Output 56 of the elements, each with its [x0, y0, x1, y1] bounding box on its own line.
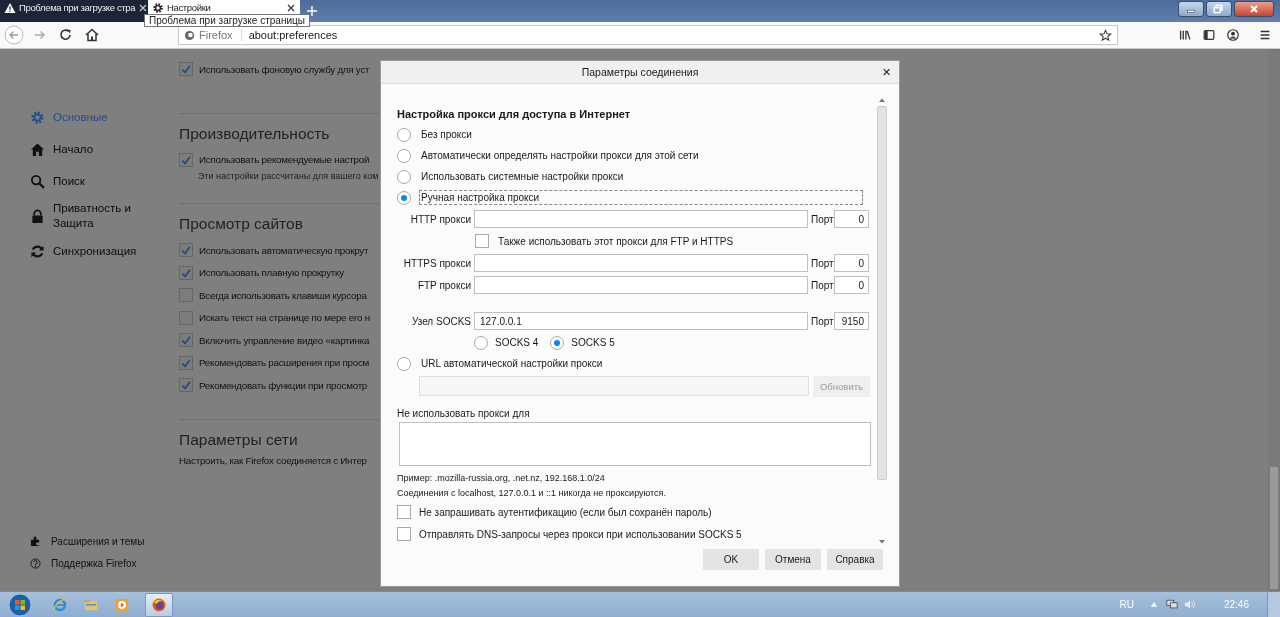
field-label: Порт [810, 279, 834, 291]
checkbox-label[interactable]: Не запрашивать аутентификацию (если был сохранён пароль) [419, 506, 712, 518]
sidebar-item[interactable]: Начало [30, 137, 165, 161]
radio-label[interactable]: SOCKS 5 [571, 337, 615, 348]
sidebar-item[interactable]: Поиск [30, 169, 165, 193]
checkbox-label[interactable]: Рекомендовать расширения при просм [199, 357, 369, 369]
dialog-title: Параметры соединения [581, 66, 699, 78]
field-label: Порт [810, 257, 834, 269]
port-field[interactable]: 0 [834, 276, 869, 294]
radio-label[interactable]: SOCKS 4 [495, 337, 539, 348]
section-text: Настроить, как Firefox соединяется с Интер [179, 454, 368, 466]
field-label: Узел SOCKS [410, 315, 472, 327]
field-label: Порт [810, 213, 834, 225]
browser-tab[interactable]: Проблема при загрузке стра [0, 0, 148, 22]
radio-label[interactable]: Использовать системные настройки прокси [419, 169, 626, 184]
setting-note: Эти настройки рассчитаны для вашего ком [197, 171, 379, 181]
section-heading: Параметры сети [179, 430, 299, 449]
port-field[interactable]: 9150 [834, 312, 869, 330]
address-bar[interactable]: Firefox about:preferences [178, 25, 1118, 45]
close-button[interactable]: × [882, 64, 891, 79]
identity-label: Firefox [195, 29, 242, 41]
checkbox-label[interactable]: Использовать плавную прокрутку [199, 267, 344, 279]
field-label: HTTPS прокси [402, 257, 472, 269]
checkbox-label[interactable]: Рекомендовать функции при просмотр [199, 379, 368, 391]
field-label: HTTP прокси [409, 213, 472, 225]
section-heading: Просмотр сайтов [179, 215, 304, 233]
dialog-button[interactable]: OK [703, 549, 759, 570]
hint-text: Пример: .mozilla-russia.org, .net.nz, 192.168.1.0/24 [397, 472, 606, 485]
checkbox-label[interactable]: Использовать фоновую службу для уст [199, 63, 370, 75]
field-label: Порт [810, 315, 834, 327]
section-heading: Производительность [179, 124, 331, 143]
checkbox-label[interactable]: Использовать автоматическую прокрут [199, 244, 369, 256]
field-label: FTP прокси [416, 279, 472, 291]
dialog-button[interactable]: Справка [827, 549, 883, 570]
input-field[interactable]: 127.0.0.1 [474, 312, 808, 330]
port-field[interactable]: 0 [834, 210, 869, 228]
port-field[interactable]: 0 [834, 254, 869, 272]
checkbox-label[interactable]: Всегда использовать клавиши курсора [199, 289, 367, 301]
checkbox-label[interactable]: Включить управление видео «картинка [199, 334, 370, 346]
radio-label[interactable]: Автоматически определять настройки прокси для этой сети [419, 148, 701, 163]
sidebar-item[interactable]: Приватность и Защита [30, 201, 165, 231]
field-label: Не использовать прокси для [397, 408, 531, 419]
sidebar-link[interactable]: Расширения и темы [30, 536, 179, 547]
tooltip: Проблема при загрузке страницы [144, 14, 310, 27]
sidebar-item[interactable]: Синхронизация [30, 239, 165, 263]
checkbox-label[interactable]: Искать текст на странице по мере его н [199, 312, 370, 324]
radio-label[interactable]: Ручная настройка прокси [419, 190, 863, 205]
hint-text: Соединения с localhost, 127.0.0.1 и ::1 никогда не проксируются. [397, 487, 667, 500]
sidebar-link[interactable]: Поддержка Firefox [30, 558, 179, 569]
checkbox-label[interactable]: Отправлять DNS-запросы через прокси при использовании SOCKS 5 [419, 528, 742, 540]
checkbox-label[interactable]: Также использовать этот прокси для FTP и HTTPS [498, 235, 734, 247]
radio-label[interactable]: Без прокси [419, 127, 474, 142]
url-text: about:preferences [248, 29, 339, 41]
group-heading: Настройка прокси для доступа в Интернет [397, 108, 632, 120]
checkbox-label[interactable]: Использовать рекомендуемые настрой [199, 154, 370, 166]
dialog-button[interactable]: Отмена [765, 549, 821, 570]
